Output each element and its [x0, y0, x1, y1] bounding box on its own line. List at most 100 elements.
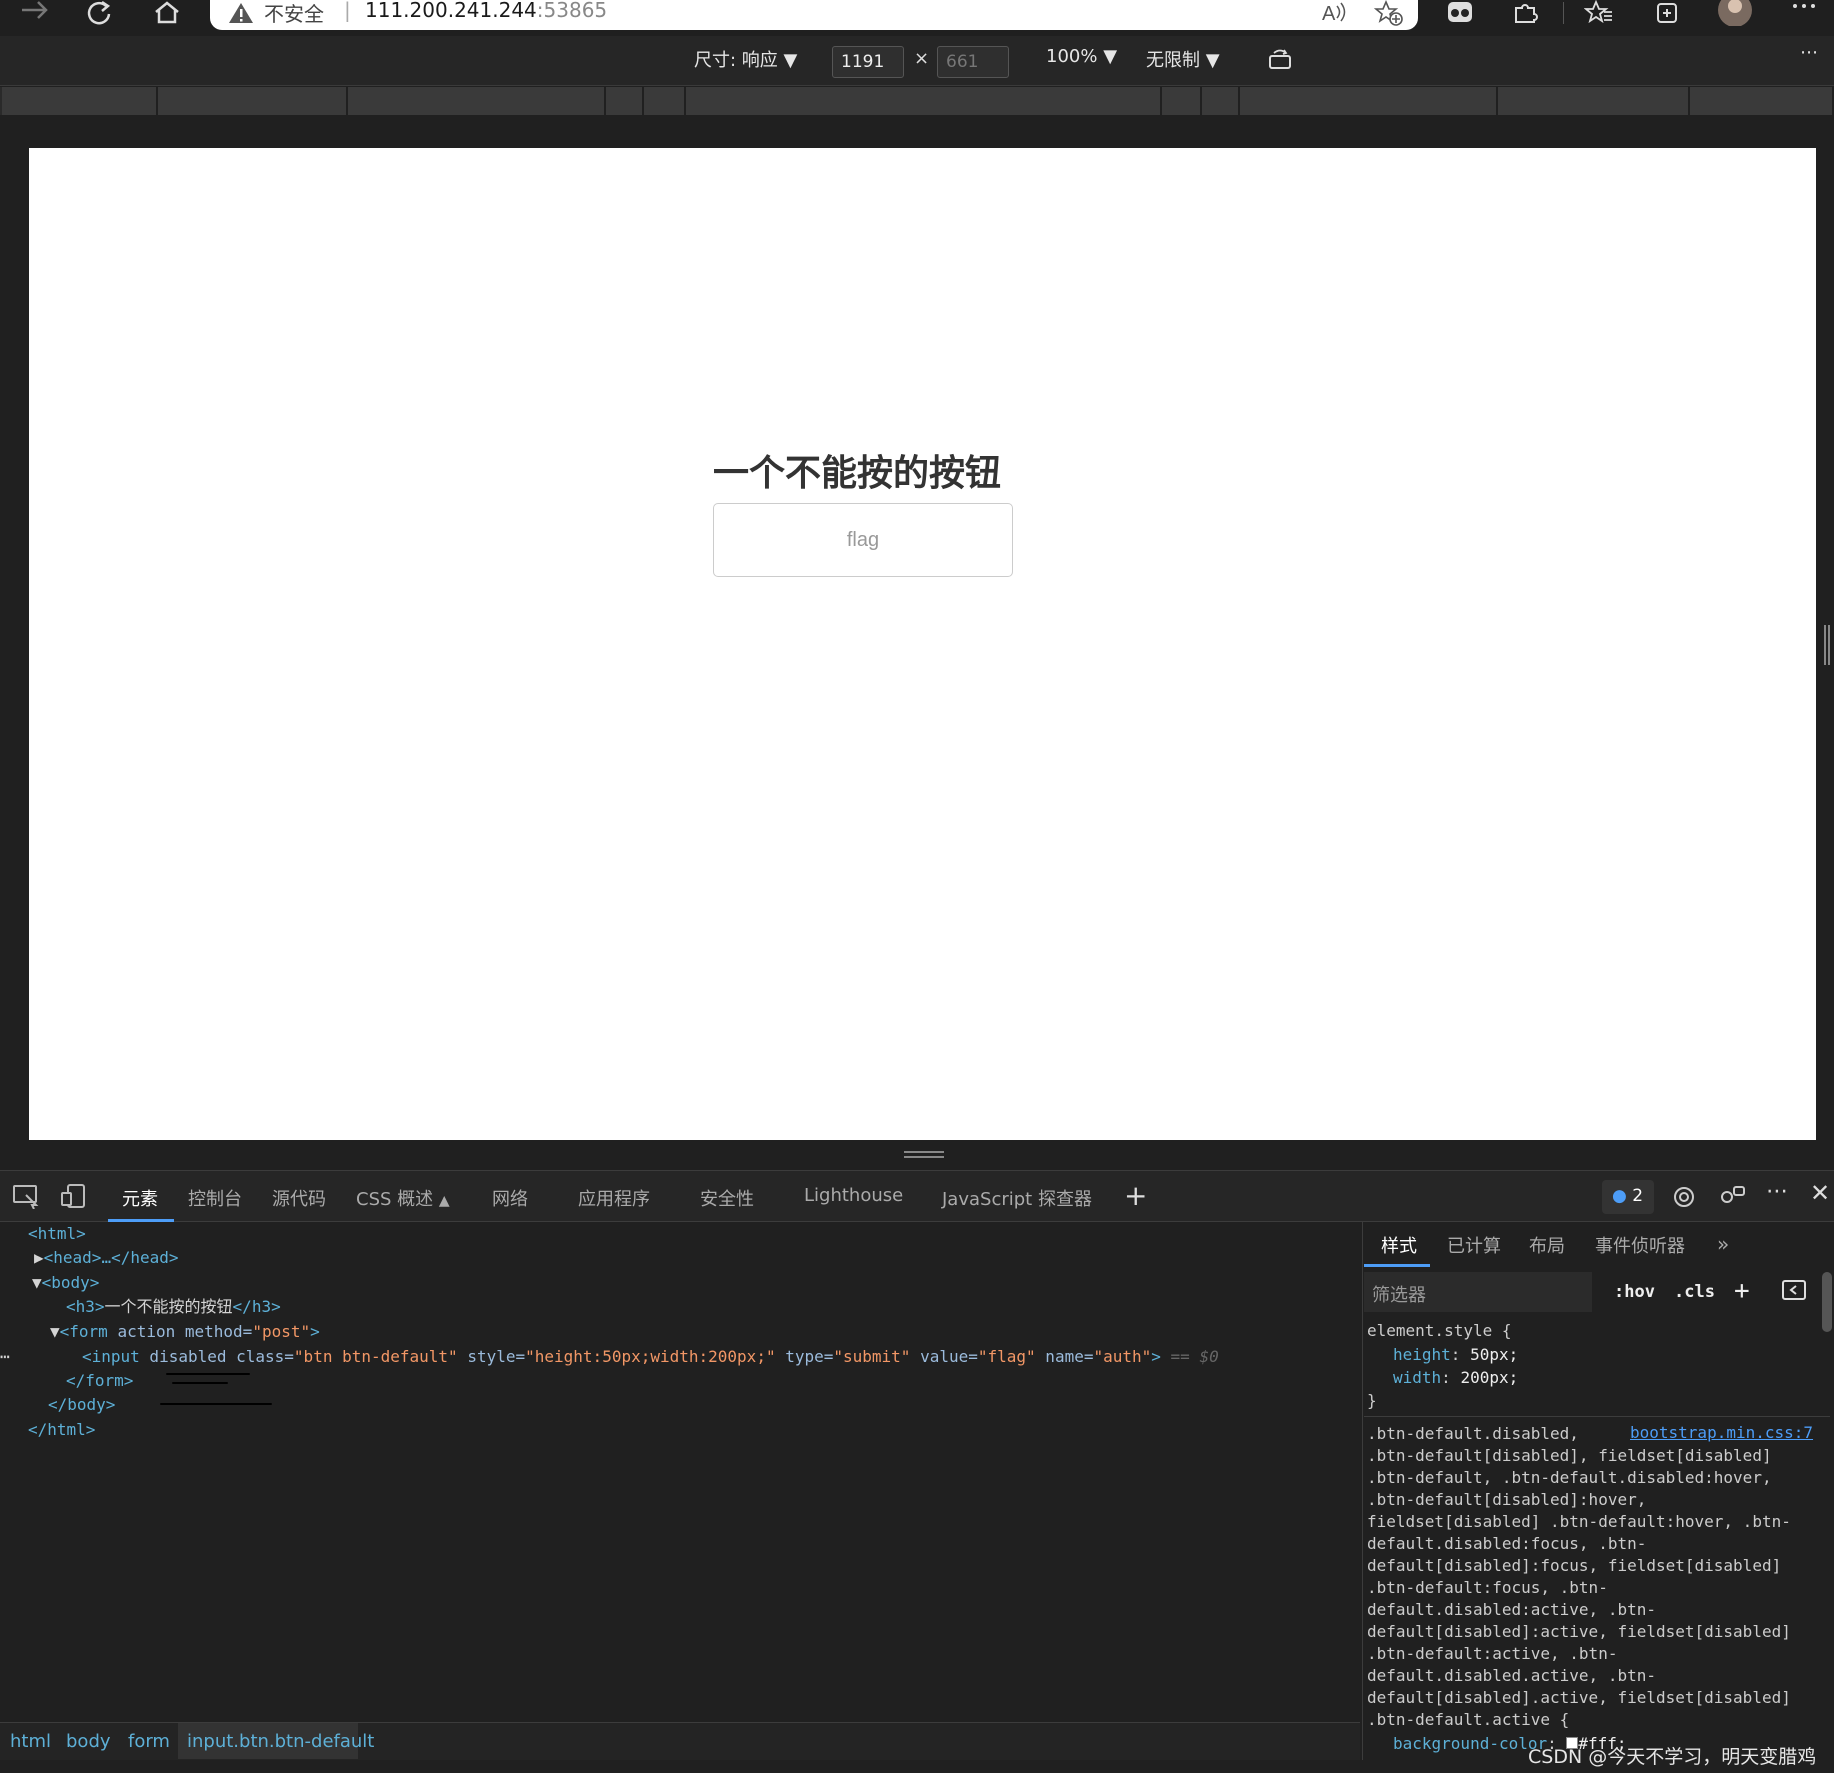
url-text[interactable]: 111.200.241.244:53865	[365, 0, 607, 22]
collections-icon[interactable]	[1652, 0, 1682, 26]
throttle-dropdown[interactable]: 无限制 ▼	[1146, 46, 1220, 72]
dom-node-body-close[interactable]: </body>	[48, 1393, 115, 1417]
css-selector-line: .btn-default[disabled]:hover,	[1367, 1490, 1647, 1509]
tab-css-overview[interactable]: CSS 概述 ▲	[356, 1185, 450, 1211]
element-style-selector: element.style {	[1367, 1321, 1512, 1340]
favorites-icon[interactable]	[1584, 0, 1614, 26]
dimensions-dropdown[interactable]: 尺寸: 响应 ▼	[694, 46, 797, 72]
breadcrumb-form[interactable]: form	[128, 1731, 170, 1752]
css-selector-line: default.disabled:focus, .btn-	[1367, 1534, 1647, 1553]
element-style-width[interactable]: width: 200px;	[1393, 1367, 1518, 1389]
more-icon[interactable]	[1790, 0, 1818, 20]
media-query-segment[interactable]	[1202, 87, 1240, 115]
css-selector-line: .btn-default.disabled,	[1367, 1424, 1579, 1443]
media-query-segment[interactable]	[348, 87, 606, 115]
breadcrumb-input[interactable]: input.btn.btn-default	[187, 1731, 374, 1752]
dom-node-body[interactable]: ▼<body>	[32, 1271, 99, 1295]
tab-elements[interactable]: 元素	[122, 1185, 158, 1211]
times-icon: ×	[914, 48, 930, 69]
extension-icon[interactable]	[1446, 0, 1474, 26]
zoom-dropdown[interactable]: 100% ▼	[1046, 46, 1117, 67]
dom-node-head[interactable]: ▶<head>…</head>	[34, 1246, 179, 1270]
collapse-triangle-icon[interactable]: ▼	[50, 1322, 60, 1341]
new-rule-icon[interactable]: +	[1734, 1276, 1750, 1306]
settings-icon[interactable]	[1670, 1183, 1698, 1211]
toolbar-more-icon[interactable]: ⋯	[1800, 42, 1818, 63]
add-tab-icon[interactable]: +	[1124, 1179, 1147, 1212]
styles-filter-input[interactable]: 筛选器	[1364, 1272, 1592, 1312]
media-query-segment[interactable]	[1162, 87, 1202, 115]
breadcrumb-html[interactable]: html	[10, 1731, 51, 1752]
tab-console[interactable]: 控制台	[188, 1185, 242, 1211]
more-tabs-icon[interactable]: »	[1717, 1232, 1729, 1256]
css-selector-line: default.disabled.active, .btn-	[1367, 1666, 1656, 1685]
viewport-resize-grip[interactable]	[1824, 625, 1830, 665]
dom-node-html[interactable]: <html>	[28, 1222, 86, 1246]
device-toggle-icon[interactable]	[60, 1183, 88, 1209]
refresh-icon[interactable]	[84, 0, 114, 26]
media-query-segment[interactable]	[2, 87, 158, 115]
rotate-icon[interactable]	[1268, 48, 1294, 70]
media-query-segment[interactable]	[1690, 87, 1834, 115]
devtools-tab-bar: 元素 控制台 源代码 CSS 概述 ▲ 网络 应用程序 安全性 Lighthou…	[0, 1170, 1834, 1222]
flag-button[interactable]: flag	[713, 503, 1013, 577]
collapse-triangle-icon[interactable]: ▼	[32, 1273, 42, 1292]
dom-node-h3[interactable]: <h3>一个不能按的按钮</h3>	[66, 1295, 281, 1319]
media-query-segment[interactable]	[1240, 87, 1498, 115]
css-selector-line: default[disabled].active, fieldset[disab…	[1367, 1688, 1791, 1707]
breadcrumb-body[interactable]: body	[66, 1731, 111, 1752]
warning-icon[interactable]	[228, 2, 254, 28]
media-query-segment[interactable]	[1498, 87, 1690, 115]
element-style-close: }	[1367, 1391, 1377, 1410]
hov-toggle[interactable]: :hov	[1614, 1282, 1655, 1302]
tab-js-profiler[interactable]: JavaScript 探查器	[942, 1185, 1092, 1211]
close-devtools-icon[interactable]: ✕	[1810, 1179, 1830, 1207]
tab-styles[interactable]: 样式	[1381, 1232, 1417, 1258]
css-selector-line: fieldset[disabled] .btn-default:hover, .…	[1367, 1512, 1791, 1531]
media-query-segment[interactable]	[686, 87, 1162, 115]
feedback-icon[interactable]	[1718, 1183, 1746, 1211]
viewport-resize-handle[interactable]	[904, 1151, 944, 1159]
tab-computed[interactable]: 已计算	[1447, 1232, 1501, 1258]
tab-application[interactable]: 应用程序	[578, 1185, 650, 1211]
dom-node-input[interactable]: <input disabled class="btn btn-default" …	[82, 1345, 1219, 1369]
expand-triangle-icon[interactable]: ▶	[34, 1248, 44, 1267]
cls-toggle[interactable]: .cls	[1674, 1282, 1715, 1302]
forward-icon[interactable]	[18, 0, 52, 26]
extensions-puzzle-icon[interactable]	[1512, 0, 1540, 26]
media-query-segment[interactable]	[644, 87, 686, 115]
styles-scrollbar[interactable]	[1822, 1272, 1832, 1332]
media-query-segment[interactable]	[158, 87, 348, 115]
issues-badge[interactable]: ● 2	[1602, 1180, 1654, 1214]
css-selector-line: .btn-default:active, .btn-	[1367, 1644, 1618, 1663]
height-input[interactable]: 661	[937, 46, 1009, 78]
home-icon[interactable]	[152, 0, 182, 26]
tab-network[interactable]: 网络	[492, 1185, 528, 1211]
css-selector-line: .btn-default[disabled], fieldset[disable…	[1367, 1446, 1772, 1465]
address-bar[interactable]: 不安全 | 111.200.241.244:53865 A	[210, 0, 1418, 30]
stylesheet-source-link[interactable]: bootstrap.min.css:7	[1630, 1423, 1813, 1442]
media-query-segment[interactable]	[606, 87, 644, 115]
dom-node-form[interactable]: ▼<form action method="post">	[50, 1320, 320, 1344]
tab-layout[interactable]: 布局	[1529, 1232, 1565, 1258]
toggle-sidebar-icon[interactable]	[1782, 1280, 1806, 1300]
media-query-bar	[0, 87, 1834, 115]
inspect-icon[interactable]	[12, 1183, 40, 1209]
rule-divider	[1364, 1416, 1830, 1417]
dom-node-form-close[interactable]: </form>	[66, 1369, 133, 1393]
add-favorite-icon[interactable]	[1374, 0, 1404, 26]
tab-event-listeners[interactable]: 事件侦听器	[1595, 1232, 1685, 1258]
avatar[interactable]	[1716, 0, 1754, 26]
page-heading: 一个不能按的按钮	[713, 453, 1002, 494]
security-label[interactable]: 不安全	[264, 0, 324, 27]
dom-row-ellipsis[interactable]: ⋯	[0, 1345, 10, 1369]
element-style-height[interactable]: height: 50px;	[1393, 1344, 1518, 1366]
devtools-more-icon[interactable]: ⋯	[1766, 1179, 1788, 1204]
tab-sources[interactable]: 源代码	[272, 1185, 326, 1211]
dom-node-html-close[interactable]: </html>	[28, 1418, 95, 1442]
width-input[interactable]: 1191	[832, 46, 904, 78]
read-aloud-icon[interactable]: A	[1320, 0, 1350, 26]
tab-lighthouse[interactable]: Lighthouse	[804, 1185, 903, 1206]
tab-security[interactable]: 安全性	[700, 1185, 754, 1211]
redaction-scribble	[172, 1382, 228, 1384]
